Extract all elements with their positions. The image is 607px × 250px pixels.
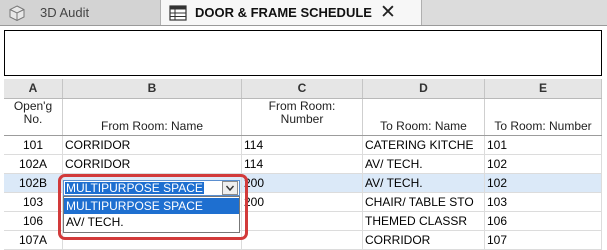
- cell-to-room-number[interactable]: 101: [485, 136, 602, 154]
- cell-to-room-number[interactable]: 102: [485, 155, 602, 173]
- cell-from-room-number[interactable]: [242, 231, 363, 249]
- cell-opening-number[interactable]: 106: [4, 212, 63, 230]
- cell-to-room-number[interactable]: 102: [485, 174, 602, 192]
- tab-label: DOOR & FRAME SCHEDULE: [195, 5, 372, 20]
- header-text: Number: [280, 112, 324, 126]
- header-text: From Room: Name: [100, 119, 204, 133]
- cell-from-room-name[interactable]: [63, 231, 242, 249]
- column-letter-a[interactable]: A: [4, 79, 63, 98]
- view-tab-bar: 3D Audit DOOR & FRAME SCHEDULE ✕: [0, 0, 607, 26]
- option-multipurpose-space[interactable]: MULTIPURPOSE SPACE: [64, 198, 239, 214]
- table-row[interactable]: 102A CORRIDOR 114 AV/ TECH. 102: [4, 155, 602, 174]
- column-header-row: Open'g No. From Room: Name From Room: Nu…: [4, 99, 602, 136]
- schedule-title-box[interactable]: [4, 30, 602, 76]
- column-letter-row: A B C D E: [4, 79, 602, 99]
- tab-door-frame-schedule[interactable]: DOOR & FRAME SCHEDULE ✕: [160, 0, 422, 25]
- cell-opening-number[interactable]: 103: [4, 193, 63, 211]
- cell-to-room-number[interactable]: 106: [485, 212, 602, 230]
- cell-from-room-number[interactable]: 114: [242, 155, 363, 173]
- cell-to-room-name[interactable]: THEMED CLASSR: [363, 212, 485, 230]
- cell-to-room-number[interactable]: 103: [485, 193, 602, 211]
- cell-to-room-name[interactable]: CATERING KITCHE: [363, 136, 485, 154]
- 3d-view-icon: [9, 4, 25, 21]
- column-letter-b[interactable]: B: [63, 79, 242, 98]
- tab-label: 3D Audit: [40, 5, 90, 20]
- combobox-selected-value: MULTIPURPOSE SPACE: [65, 181, 204, 195]
- cell-from-room-name[interactable]: CORRIDOR: [63, 136, 242, 154]
- cell-to-room-name[interactable]: CORRIDOR: [363, 231, 485, 249]
- cell-to-room-number[interactable]: 107: [485, 231, 602, 249]
- from-room-name-combobox[interactable]: MULTIPURPOSE SPACE: [63, 180, 240, 196]
- header-to-room-number[interactable]: To Room: Number: [485, 99, 602, 135]
- option-av-tech[interactable]: AV/ TECH.: [64, 214, 239, 230]
- tab-3d-audit[interactable]: 3D Audit: [0, 0, 160, 25]
- cell-opening-number[interactable]: 107A: [4, 231, 63, 249]
- column-letter-e[interactable]: E: [485, 79, 602, 98]
- cell-from-room-name[interactable]: CORRIDOR: [63, 155, 242, 173]
- header-from-room-number[interactable]: From Room: Number: [242, 99, 363, 135]
- cell-from-room-number[interactable]: 200: [242, 174, 363, 192]
- dropdown-button[interactable]: [222, 181, 238, 195]
- header-from-room-name[interactable]: From Room: Name: [63, 99, 242, 135]
- cell-opening-number[interactable]: 102A: [4, 155, 63, 173]
- chevron-down-icon: [225, 185, 235, 192]
- cell-to-room-name[interactable]: AV/ TECH.: [363, 174, 485, 192]
- header-text: To Room: Number: [494, 119, 592, 133]
- header-text: No.: [23, 112, 43, 126]
- from-room-name-options-list: MULTIPURPOSE SPACE AV/ TECH.: [63, 196, 240, 233]
- header-text: To Room: Name: [380, 119, 467, 133]
- close-tab-icon[interactable]: ✕: [380, 3, 396, 22]
- cell-to-room-name[interactable]: AV/ TECH.: [363, 155, 485, 173]
- cell-opening-number[interactable]: 101: [4, 136, 63, 154]
- table-row[interactable]: 107A CORRIDOR 107: [4, 231, 602, 250]
- schedule-icon: [169, 4, 187, 21]
- cell-opening-number[interactable]: 102B: [4, 174, 63, 192]
- table-row[interactable]: 101 CORRIDOR 114 CATERING KITCHE 101: [4, 136, 602, 155]
- column-letter-c[interactable]: C: [242, 79, 363, 98]
- header-opening-number[interactable]: Open'g No.: [4, 99, 63, 135]
- cell-from-room-number[interactable]: 114: [242, 136, 363, 154]
- cell-from-room-number[interactable]: [242, 212, 363, 230]
- cell-from-room-number[interactable]: 200: [242, 193, 363, 211]
- column-letter-d[interactable]: D: [363, 79, 485, 98]
- header-to-room-name[interactable]: To Room: Name: [363, 99, 485, 135]
- cell-to-room-name[interactable]: CHAIR/ TABLE STO: [363, 193, 485, 211]
